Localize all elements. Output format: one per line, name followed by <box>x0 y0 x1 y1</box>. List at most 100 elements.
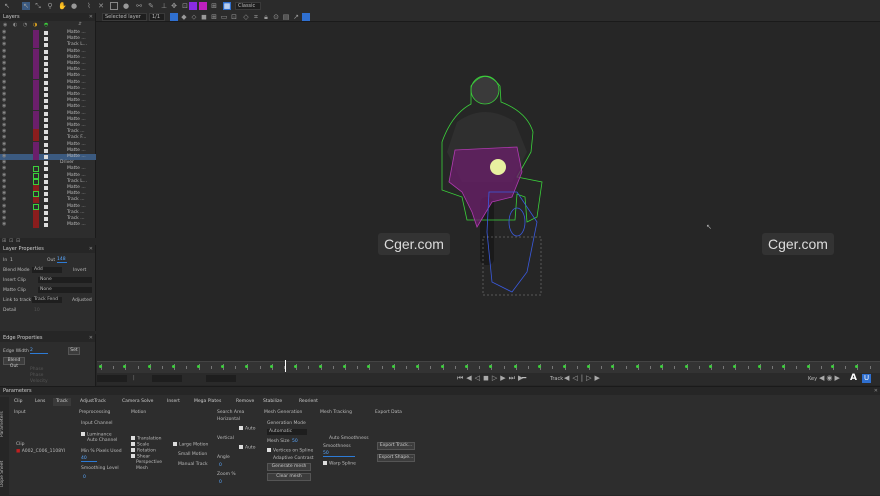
visibility-icon[interactable]: ◉ <box>2 135 7 140</box>
matte-toggle[interactable] <box>44 173 48 178</box>
keyframe-marker[interactable] <box>709 365 712 368</box>
matte-toggle[interactable] <box>44 111 48 116</box>
manual-track-option[interactable]: Manual Track <box>178 462 208 467</box>
matte-toggle[interactable] <box>44 204 48 209</box>
detail-value[interactable]: 10 <box>34 308 40 313</box>
smoothness-field[interactable]: 50 <box>323 451 355 457</box>
matte-toggle[interactable] <box>44 99 48 104</box>
layer-row[interactable]: ◉ Matte ... <box>0 79 96 86</box>
layer-color-swatch[interactable] <box>33 85 39 92</box>
frame-field[interactable] <box>152 375 182 382</box>
spline-color-swatch[interactable] <box>189 2 197 10</box>
zoom-tool-icon[interactable]: ⚲ <box>46 2 54 10</box>
insert-clip-dropdown[interactable]: None <box>38 277 92 283</box>
surface-icon[interactable]: ◇ <box>242 13 250 21</box>
visibility-icon[interactable]: ◉ <box>2 48 7 54</box>
rect-tool-icon[interactable] <box>110 2 118 10</box>
transport-controls[interactable]: ⏮◀◁◼▷▶⏭▶ <box>457 374 526 383</box>
keyframe-marker[interactable] <box>562 365 566 368</box>
matte-toggle[interactable] <box>44 93 48 97</box>
matte-toggle[interactable] <box>44 192 48 197</box>
grid-icon[interactable]: ⊞ <box>210 2 218 10</box>
close-icon[interactable]: ✕ <box>89 13 93 21</box>
layer-color-swatch[interactable] <box>33 216 39 222</box>
layer-color-swatch[interactable] <box>33 222 39 229</box>
out-field[interactable]: 148 <box>57 257 67 263</box>
add-group-icon[interactable]: ⊡ <box>9 238 13 244</box>
layer-icon[interactable]: ⊡ <box>181 2 189 10</box>
keyframe-marker[interactable] <box>318 365 322 368</box>
matte-toggle[interactable] <box>44 68 48 73</box>
matte-toggle[interactable] <box>44 55 48 60</box>
matte-toggle[interactable] <box>44 148 48 153</box>
move-icon[interactable]: ✥ <box>170 2 178 10</box>
tab-reorient[interactable]: Reorient <box>296 398 321 406</box>
fork-spline[interactable] <box>508 207 526 237</box>
viewer-canvas[interactable]: ↖ Cger.com Cger.com <box>97 22 880 360</box>
layer-row[interactable]: ◉ Matte ... <box>0 172 96 179</box>
layer-row[interactable]: ◉ Matte ... <box>0 48 96 55</box>
visibility-icon[interactable]: ◉ <box>2 73 7 78</box>
layer-color-swatch[interactable] <box>33 54 39 61</box>
layer-color-swatch[interactable] <box>33 61 39 67</box>
matte-toggle[interactable] <box>44 130 48 135</box>
keyframe-marker[interactable] <box>196 365 200 368</box>
u-button-icon[interactable]: U <box>862 374 871 383</box>
matte-toggle[interactable] <box>44 49 48 54</box>
delete-layer-icon[interactable]: ⊟ <box>16 238 20 244</box>
tab-remove[interactable]: Remove <box>233 398 257 406</box>
layer-color-swatch[interactable] <box>33 191 39 198</box>
xspline-icon[interactable]: ✕ <box>97 2 105 10</box>
layer-color-swatch[interactable] <box>33 203 39 210</box>
generate-mesh-button[interactable]: Generate mesh <box>267 463 311 471</box>
mesh-overlay-icon[interactable] <box>302 13 310 21</box>
visibility-icon[interactable]: ◉ <box>2 110 7 116</box>
keyframe-marker[interactable] <box>440 365 444 368</box>
matte-toggle[interactable] <box>44 124 48 128</box>
visibility-icon[interactable]: ◉ <box>2 104 7 109</box>
wheel-spline[interactable] <box>486 191 538 293</box>
overlay-icon[interactable]: ▦ <box>223 2 231 10</box>
matte-toggle[interactable] <box>44 43 48 48</box>
marker-icon[interactable]: | <box>133 375 139 382</box>
pen-icon[interactable]: ✎ <box>147 2 155 10</box>
large-motion-radio[interactable]: Large Motion <box>173 442 208 448</box>
matte-toggle[interactable] <box>44 80 48 85</box>
bspline-icon[interactable]: ⌇ <box>85 2 93 10</box>
matte-toggle[interactable] <box>44 198 48 203</box>
export-shape-button[interactable]: Export Shape... <box>377 454 415 462</box>
ellipse-tool-icon[interactable]: ● <box>122 2 130 10</box>
edge-width-field[interactable]: 2 <box>30 348 48 354</box>
frame-out-field[interactable] <box>206 375 236 382</box>
generation-mode-dropdown[interactable]: Automatic <box>267 429 307 435</box>
auto-smoothness-option[interactable]: Auto Smoothness <box>329 436 369 441</box>
tab-stabilize[interactable]: Stabilize <box>260 398 285 406</box>
track-controls[interactable]: ◀◁|▷▶ <box>564 374 603 382</box>
luminance-radio[interactable]: Luminance <box>81 432 112 438</box>
layer-color-swatch[interactable] <box>33 67 39 74</box>
layer-row[interactable]: ◉ Track ... <box>0 209 96 216</box>
keyframe-marker[interactable] <box>806 365 810 368</box>
matte-toggle[interactable] <box>44 210 48 215</box>
visibility-icon[interactable]: ◉ <box>2 79 7 85</box>
matte-toggle[interactable] <box>44 155 48 159</box>
close-icon[interactable]: ✕ <box>89 245 93 253</box>
adaptive-contrast-option[interactable]: Adaptive Contrast <box>273 456 314 461</box>
tab-camera-solve[interactable]: Camera Solve <box>119 398 156 406</box>
layer-color-swatch[interactable] <box>33 30 39 36</box>
grid2-icon[interactable]: ⊞ <box>210 13 218 21</box>
layer-color-swatch[interactable] <box>33 73 39 80</box>
link-icon[interactable]: ⚯ <box>135 2 143 10</box>
frame-in-field[interactable] <box>97 375 127 382</box>
layer-count-dropdown[interactable]: 1/1 <box>149 13 165 21</box>
layer-row[interactable]: ◉ Track F... <box>0 135 96 142</box>
layer-row[interactable]: ◉ Track L... <box>0 178 96 185</box>
key-controls[interactable]: ◀◉▶ <box>819 374 842 382</box>
matte-toggle[interactable] <box>44 105 48 110</box>
mesh-icon[interactable]: ⌗ <box>252 13 260 21</box>
matte-toggle[interactable] <box>44 62 48 66</box>
clip-value[interactable]: ■ A002_C006_1108YI <box>16 449 65 454</box>
pointer-icon[interactable]: ↗ <box>292 13 300 21</box>
layer-color-swatch[interactable] <box>33 104 39 111</box>
keyframe-marker[interactable] <box>513 365 517 368</box>
